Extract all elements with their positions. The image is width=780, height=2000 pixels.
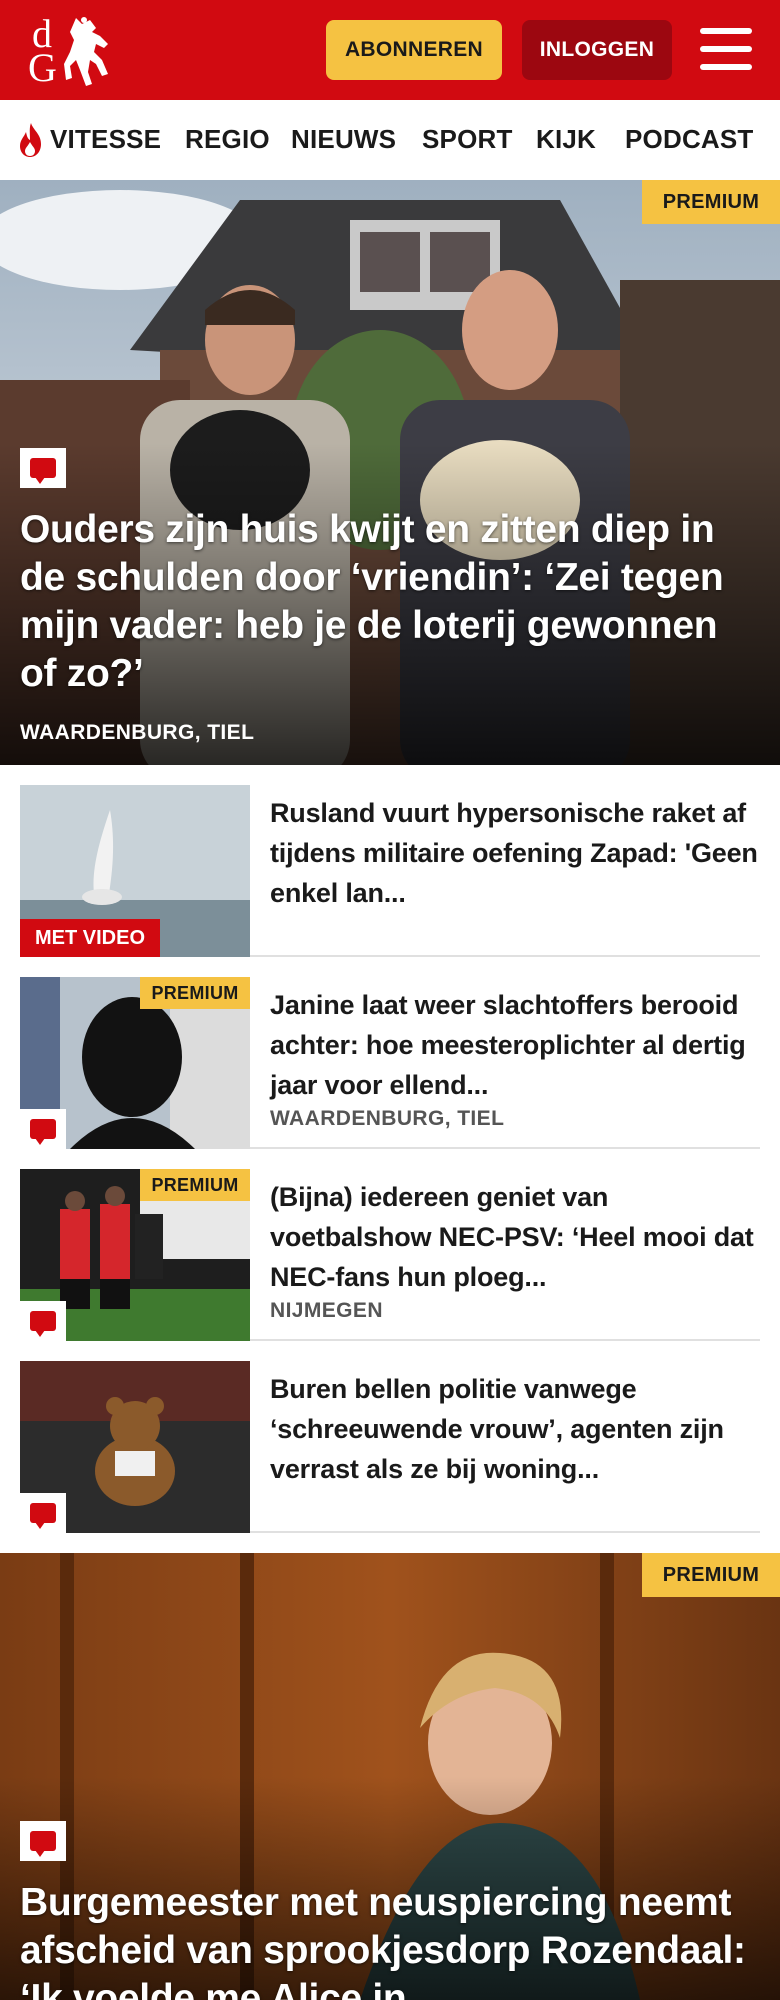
hero-article-2[interactable]: PREMIUM Burgemeester met neuspiercing ne… [0, 1553, 780, 2000]
article-title[interactable]: (Bijna) iedereen geniet van voetbalshow … [270, 1177, 760, 1297]
list-item[interactable]: MET VIDEO Rusland vuurt hypersonische ra… [20, 785, 760, 957]
nav-item-kijk[interactable]: KIJK [536, 124, 596, 155]
nav-item-regio[interactable]: REGIO [185, 124, 270, 155]
article-thumbnail: MET VIDEO [20, 785, 250, 957]
comment-icon [20, 1301, 66, 1341]
article-title[interactable]: Rusland vuurt hypersonische raket af tij… [270, 793, 760, 913]
hero-location: WAARDENBURG, TIEL [20, 721, 255, 744]
nav-item-vitesse[interactable]: VITESSE [50, 124, 161, 155]
list-item[interactable]: PREMIUM (Bijna) iedereen geniet van voet… [20, 1169, 760, 1341]
article-thumbnail: PREMIUM [20, 1169, 250, 1341]
article-location: NIJMEGEN [270, 1299, 383, 1322]
premium-badge: PREMIUM [140, 977, 250, 1009]
comment-icon [20, 448, 66, 488]
logo-horse-icon [64, 17, 108, 86]
comment-icon [20, 1109, 66, 1149]
site-logo[interactable]: d G [26, 14, 116, 90]
article-thumbnail: PREMIUM [20, 977, 250, 1149]
logo-letter-g: G [28, 45, 57, 90]
article-title[interactable]: Buren bellen politie vanwege ‘schreeuwen… [270, 1369, 760, 1489]
article-thumbnail [20, 1361, 250, 1533]
top-header: d G ABONNEREN INLOGGEN [0, 0, 780, 100]
menu-icon[interactable] [700, 26, 752, 72]
subscribe-button[interactable]: ABONNEREN [326, 20, 502, 80]
video-badge: MET VIDEO [20, 919, 160, 957]
flame-icon [20, 123, 41, 157]
comment-icon [20, 1821, 66, 1861]
login-button[interactable]: INLOGGEN [522, 20, 672, 80]
nav-item-podcast[interactable]: PODCAST [625, 124, 754, 155]
hero-title[interactable]: Ouders zijn huis kwijt en zitten diep in… [20, 506, 760, 698]
article-location: WAARDENBURG, TIEL [270, 1107, 505, 1130]
premium-badge: PREMIUM [140, 1169, 250, 1201]
section-nav: VITESSE REGIO NIEUWS SPORT KIJK PODCAST [0, 100, 780, 180]
premium-badge: PREMIUM [642, 1553, 780, 1597]
hero-title-2[interactable]: Burgemeester met neuspiercing neemt afsc… [20, 1879, 760, 2000]
hero-article[interactable]: PREMIUM Ouders zijn huis kwijt en zitten… [0, 180, 780, 765]
nav-item-sport[interactable]: SPORT [422, 124, 513, 155]
comment-icon [20, 1493, 66, 1533]
list-item[interactable]: Buren bellen politie vanwege ‘schreeuwen… [20, 1361, 760, 1533]
nav-item-nieuws[interactable]: NIEUWS [291, 124, 396, 155]
article-title[interactable]: Janine laat weer slachtoffers berooid ac… [270, 985, 760, 1105]
premium-badge: PREMIUM [642, 180, 780, 224]
list-item[interactable]: PREMIUM Janine laat weer slachtoffers be… [20, 977, 760, 1149]
